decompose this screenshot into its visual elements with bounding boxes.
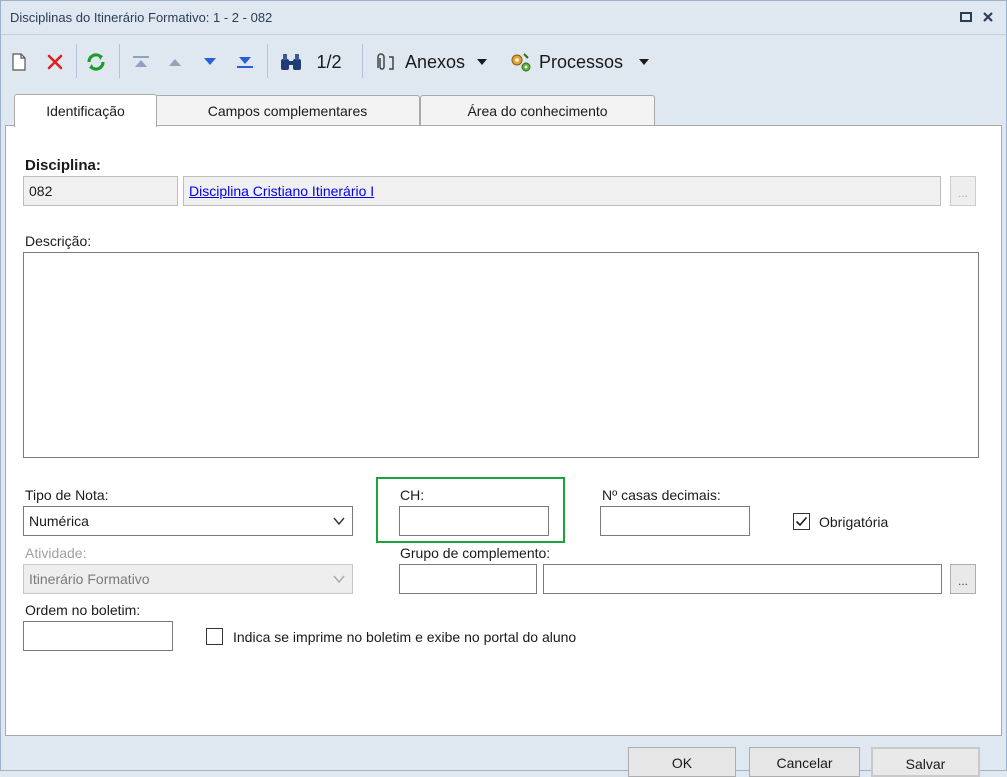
refresh-icon[interactable] xyxy=(83,49,109,75)
descricao-label: Descrição: xyxy=(25,233,92,249)
atividade-select: Itinerário Formativo xyxy=(23,564,353,594)
toolbar-separator xyxy=(267,44,268,78)
disciplina-label: Disciplina: xyxy=(25,157,101,174)
close-icon[interactable] xyxy=(981,10,995,24)
disciplina-name-link[interactable]: Disciplina Cristiano Itinerário I xyxy=(183,176,941,206)
tab-identificacao[interactable]: Identificação xyxy=(14,94,157,127)
title-bar: Disciplinas do Itinerário Formativo: 1 -… xyxy=(1,1,1006,35)
paperclip-icon xyxy=(377,53,394,70)
ch-input[interactable] xyxy=(399,506,549,536)
casas-decimais-input[interactable] xyxy=(600,506,750,536)
toolbar: 1/2 Anexos Processos xyxy=(1,36,1006,86)
grupo-complemento-code-input[interactable] xyxy=(399,564,537,594)
cancel-button[interactable]: Cancelar xyxy=(749,747,860,777)
window-title: Disciplinas do Itinerário Formativo: 1 -… xyxy=(10,10,273,25)
delete-icon[interactable] xyxy=(43,49,67,75)
atividade-value: Itinerário Formativo xyxy=(29,571,150,587)
chevron-down-icon xyxy=(477,59,488,65)
attachments-label: Anexos xyxy=(405,51,466,72)
toolbar-separator xyxy=(119,44,120,78)
obrigatoria-checkbox[interactable] xyxy=(793,513,810,530)
ok-button[interactable]: OK xyxy=(628,747,736,777)
record-counter: 1/2 xyxy=(316,51,342,72)
tipo-nota-select[interactable]: Numérica xyxy=(23,506,353,536)
next-record-icon[interactable] xyxy=(198,49,222,75)
processes-label: Processos xyxy=(539,51,624,72)
imprime-boletim-label: Indica se imprime no boletim e exibe no … xyxy=(233,629,577,645)
restore-icon[interactable] xyxy=(959,10,973,24)
ordem-boletim-label: Ordem no boletim: xyxy=(25,602,141,618)
identificacao-panel: Disciplina: 082 Disciplina Cristiano Iti… xyxy=(5,125,1002,736)
first-record-icon[interactable] xyxy=(129,49,153,75)
ordem-boletim-input[interactable] xyxy=(23,621,173,651)
search-icon[interactable] xyxy=(278,49,304,75)
tipo-nota-label: Tipo de Nota: xyxy=(25,487,109,503)
chevron-down-icon xyxy=(639,59,650,65)
last-record-icon[interactable] xyxy=(233,49,257,75)
disciplina-lookup-button[interactable]: ... xyxy=(950,176,976,206)
new-record-icon[interactable] xyxy=(9,49,29,75)
tipo-nota-value: Numérica xyxy=(29,513,89,529)
grupo-complemento-label: Grupo de complemento: xyxy=(400,545,551,561)
chevron-down-icon xyxy=(333,575,345,584)
atividade-label: Atividade: xyxy=(25,545,87,561)
save-button[interactable]: Salvar xyxy=(871,747,980,777)
gears-icon xyxy=(511,53,531,72)
toolbar-separator xyxy=(362,44,363,78)
tab-area-conhecimento[interactable]: Área do conhecimento xyxy=(420,95,655,126)
ch-label: CH: xyxy=(400,487,425,503)
toolbar-separator xyxy=(76,44,77,78)
chevron-down-icon xyxy=(333,517,345,526)
previous-record-icon[interactable] xyxy=(163,49,187,75)
imprime-boletim-checkbox[interactable] xyxy=(206,628,223,645)
dialog-window: Disciplinas do Itinerário Formativo: 1 -… xyxy=(0,0,1007,777)
grupo-complemento-lookup-button[interactable]: ... xyxy=(950,564,976,594)
processes-menu[interactable]: Processos xyxy=(509,49,657,75)
tab-strip: Identificação Campos complementares Área… xyxy=(1,94,1006,127)
grupo-complemento-name-input[interactable] xyxy=(543,564,942,594)
checkmark-icon xyxy=(795,516,808,527)
obrigatoria-label: Obrigatória xyxy=(819,514,889,530)
descricao-textarea[interactable] xyxy=(23,252,979,458)
casas-decimais-label: Nº casas decimais: xyxy=(602,487,721,503)
attachments-menu[interactable]: Anexos xyxy=(373,49,497,75)
tab-campos-complementares[interactable]: Campos complementares xyxy=(155,95,420,126)
disciplina-code-field[interactable]: 082 xyxy=(23,176,178,206)
